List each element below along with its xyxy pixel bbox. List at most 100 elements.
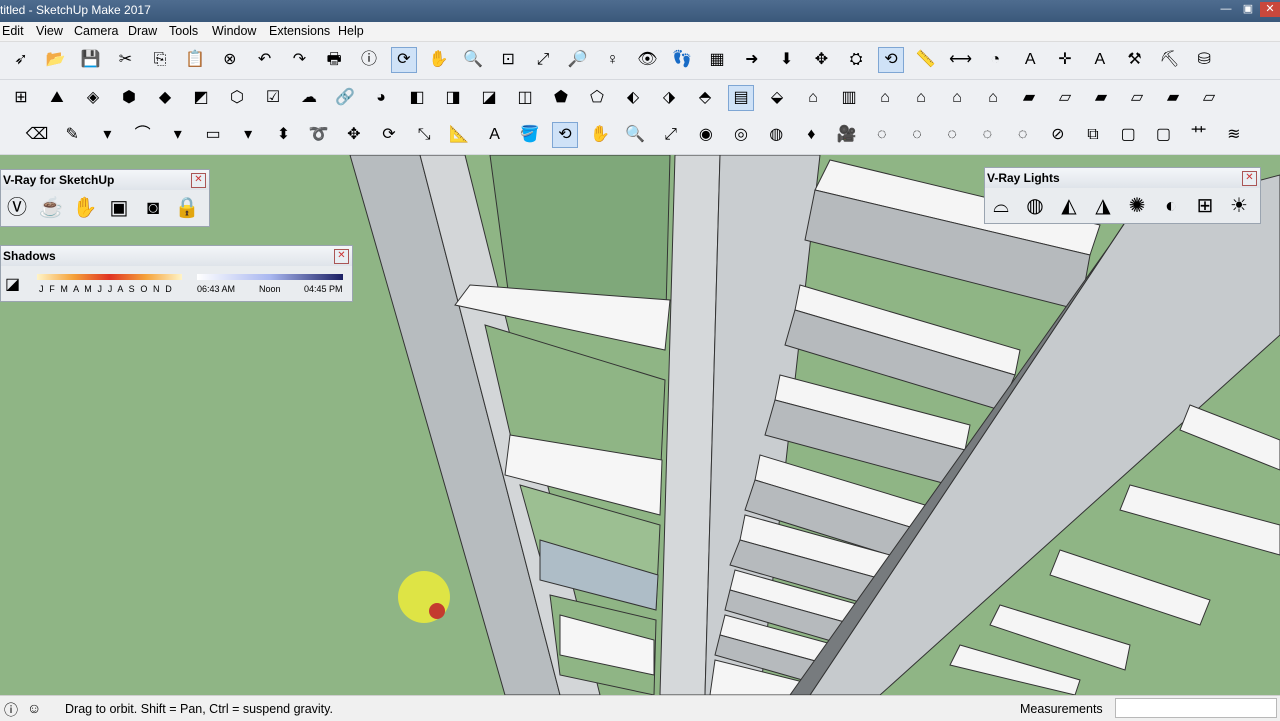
- material-d-icon[interactable]: ◫: [512, 85, 538, 111]
- rotate-icon[interactable]: ⟳: [376, 122, 402, 148]
- save-icon[interactable]: 💾: [78, 47, 104, 73]
- cloud-upload-icon[interactable]: ☁: [296, 85, 322, 111]
- box-a-icon[interactable]: ▢: [1115, 122, 1141, 148]
- camera-f-icon[interactable]: ◌: [1010, 122, 1036, 148]
- interactive-render-icon[interactable]: ◙: [139, 194, 167, 222]
- close-icon[interactable]: ✕: [1242, 171, 1257, 186]
- share-model-icon[interactable]: ➜: [739, 47, 765, 73]
- iso-view-icon[interactable]: ⌂: [800, 85, 826, 111]
- warehouse-icon[interactable]: ▦: [704, 47, 730, 73]
- zoom-extents-icon[interactable]: ⤢: [530, 47, 556, 73]
- mesh-light-icon[interactable]: ◐: [1157, 192, 1185, 220]
- menu-camera[interactable]: Camera: [74, 24, 118, 38]
- move-icon[interactable]: ✥: [341, 122, 367, 148]
- render-c-icon[interactable]: ◍: [763, 122, 789, 148]
- position-camera-icon[interactable]: ♀: [600, 47, 626, 73]
- menu-view[interactable]: View: [36, 24, 63, 38]
- section-f-icon[interactable]: ▱: [1196, 85, 1222, 111]
- material-a-icon[interactable]: ◧: [404, 85, 430, 111]
- text-icon[interactable]: A: [1017, 47, 1043, 73]
- pencil-icon[interactable]: ✎: [59, 122, 85, 148]
- paint-bucket-icon[interactable]: 🪣: [517, 122, 543, 148]
- section-b-icon[interactable]: ▱: [1052, 85, 1078, 111]
- menu-draw[interactable]: Draw: [128, 24, 157, 38]
- zoom-icon[interactable]: 🔍: [460, 47, 486, 73]
- dome-light-icon[interactable]: ⌓: [987, 192, 1015, 220]
- maximize-button[interactable]: ▣: [1238, 2, 1258, 17]
- extension-a-icon[interactable]: ⚒: [1122, 47, 1148, 73]
- zoom-extents-tool-icon[interactable]: ⤢: [658, 122, 684, 148]
- sandbox-icon[interactable]: ◈: [80, 85, 106, 111]
- shaded-textures-icon[interactable]: ▤: [728, 85, 754, 111]
- pan-tool-icon[interactable]: ✋: [587, 122, 613, 148]
- text-label-icon[interactable]: A: [482, 122, 508, 148]
- grass-icon[interactable]: ⺾: [1186, 122, 1212, 148]
- camera-d-icon[interactable]: ◌: [939, 122, 965, 148]
- spot-light-icon[interactable]: ◭: [1055, 192, 1083, 220]
- hidden-line-icon[interactable]: ⬗: [656, 85, 682, 111]
- dimension-icon[interactable]: ⟷: [948, 47, 974, 73]
- time-slider[interactable]: [197, 274, 343, 280]
- vray-logo-icon[interactable]: Ⓥ: [3, 194, 31, 222]
- sun-light-icon[interactable]: ☀: [1225, 192, 1253, 220]
- menu-window[interactable]: Window: [212, 24, 256, 38]
- sphere-light-icon[interactable]: ◍: [1021, 192, 1049, 220]
- front-view-icon[interactable]: ⌂: [872, 85, 898, 111]
- paste-icon[interactable]: 📋: [182, 47, 208, 73]
- section-c-icon[interactable]: ▰: [1088, 85, 1114, 111]
- download-icon[interactable]: ⬇: [774, 47, 800, 73]
- left-view-icon[interactable]: ⌂: [980, 85, 1006, 111]
- close-button[interactable]: ✕: [1260, 2, 1280, 17]
- color-cube-icon[interactable]: ◕: [368, 85, 394, 111]
- protractor-icon[interactable]: ◔: [982, 47, 1008, 73]
- wireframe-icon[interactable]: ⬖: [620, 85, 646, 111]
- measurements-input[interactable]: [1115, 698, 1277, 718]
- section-e-icon[interactable]: ▰: [1160, 85, 1186, 111]
- lock-icon[interactable]: 🔒: [173, 194, 201, 222]
- dropdown-arrow-icon[interactable]: ▾: [235, 122, 261, 148]
- rect-light-icon[interactable]: ⊞: [1191, 192, 1219, 220]
- move-axes-icon[interactable]: ✥: [808, 47, 834, 73]
- select-icon[interactable]: ➶: [8, 47, 34, 73]
- section-a-icon[interactable]: ▰: [1016, 85, 1042, 111]
- grid-icon[interactable]: ⊞: [8, 85, 34, 111]
- print-icon[interactable]: 🖶: [321, 47, 347, 73]
- flip-edge-icon[interactable]: ◩: [188, 85, 214, 111]
- model-scene[interactable]: [0, 155, 1280, 695]
- camera-b-icon[interactable]: ◌: [869, 122, 895, 148]
- box-b-icon[interactable]: ▢: [1150, 122, 1176, 148]
- model-viewport[interactable]: [0, 155, 1280, 695]
- render-a-icon[interactable]: ◉: [693, 122, 719, 148]
- no-entry-icon[interactable]: ⊘: [1045, 122, 1071, 148]
- tape-icon[interactable]: 📐: [446, 122, 472, 148]
- render-hand-icon[interactable]: ✋: [71, 194, 99, 222]
- orbit-tool-icon[interactable]: ⟲: [552, 122, 578, 148]
- extension-b-icon[interactable]: ⛏: [1156, 47, 1182, 73]
- link-icon[interactable]: 🔗: [332, 85, 358, 111]
- material-b-icon[interactable]: ◨: [440, 85, 466, 111]
- xray-icon[interactable]: ⬟: [548, 85, 574, 111]
- close-icon[interactable]: ✕: [334, 249, 349, 264]
- camera-e-icon[interactable]: ◌: [974, 122, 1000, 148]
- ruby-icon[interactable]: ♦: [798, 122, 824, 148]
- monochrome-icon[interactable]: ⬙: [764, 85, 790, 111]
- tape-measure-icon[interactable]: 📏: [913, 47, 939, 73]
- frame-buffer-icon[interactable]: ▣: [105, 194, 133, 222]
- terrain-icon[interactable]: ⛰: [44, 85, 70, 111]
- camera-a-icon[interactable]: 🎥: [834, 122, 860, 148]
- section-d-icon[interactable]: ▱: [1124, 85, 1150, 111]
- undo-icon[interactable]: ↶: [252, 47, 278, 73]
- orbit-mode-icon[interactable]: ⟲: [878, 47, 904, 73]
- check-icon[interactable]: ☑: [260, 85, 286, 111]
- right-view-icon[interactable]: ⌂: [908, 85, 934, 111]
- info-icon[interactable]: ⓘ: [4, 700, 18, 720]
- push-pull-icon[interactable]: ⬍: [270, 122, 296, 148]
- erase-icon[interactable]: ⊗: [217, 47, 243, 73]
- render-b-icon[interactable]: ◎: [728, 122, 754, 148]
- back-view-icon[interactable]: ⌂: [944, 85, 970, 111]
- model-info-icon[interactable]: ⓘ: [356, 47, 382, 73]
- omni-light-icon[interactable]: ✺: [1123, 192, 1151, 220]
- menu-help[interactable]: Help: [338, 24, 364, 38]
- shadows-toggle-icon[interactable]: ◪: [5, 274, 20, 294]
- fur-icon[interactable]: ≋: [1221, 122, 1247, 148]
